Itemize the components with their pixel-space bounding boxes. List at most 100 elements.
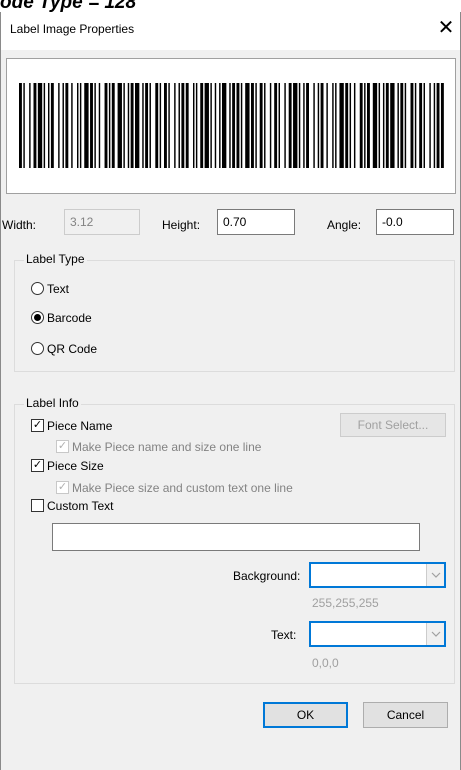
barcode-bar [145,83,149,168]
custom-text-input[interactable] [52,523,420,551]
barcode-bar [168,83,170,168]
radio-barcode[interactable] [31,311,44,324]
height-field[interactable]: 0.70 [217,209,295,235]
barcode-bar [19,83,22,168]
barcode-image [19,83,444,168]
radio-text-label[interactable]: Text [47,282,69,296]
barcode-bar [181,83,185,168]
barcode-bar [79,83,82,168]
piece-size-one-line-checkbox[interactable]: ✓ [56,481,69,494]
width-field: 3.12 [64,209,140,235]
barcode-bar [298,83,301,168]
barcode-bar [33,83,37,168]
barcode-bar [155,83,159,168]
barcode-bar [164,83,167,168]
barcode-bar [378,83,381,168]
barcode-bar [288,83,292,168]
barcode-bar [349,83,352,168]
barcode-bar [219,83,221,168]
text-color-select[interactable] [309,621,446,647]
barcode-bar [123,83,125,168]
chevron-down-icon[interactable] [426,564,444,586]
barcode-bar [142,83,144,168]
font-select-button[interactable]: Font Select... [340,413,446,437]
barcode-bar [84,83,89,168]
barcode-bar [98,83,101,168]
angle-field[interactable]: -0.0 [376,209,454,235]
piece-size-label[interactable]: Piece Size [47,459,104,473]
barcode-bar [367,83,370,168]
barcode-bar [269,83,272,168]
barcode-bar [278,83,280,168]
barcode-bar [108,83,111,168]
text-rgb-value: 0,0,0 [312,656,339,670]
close-icon[interactable]: ✕ [436,15,456,41]
piece-name-checkbox[interactable]: ✓ [31,419,44,432]
radio-qr-code[interactable] [31,342,44,355]
barcode-bar [48,83,50,168]
text-color-label: Text: [271,628,297,642]
chevron-down-icon[interactable] [426,623,444,645]
cancel-button[interactable]: Cancel [363,702,448,728]
barcode-bar [104,83,108,168]
barcode-bar [200,83,204,168]
barcode-bar [77,83,79,168]
barcode-bar [251,83,254,168]
barcode-bar [317,83,320,168]
width-label: Width: [2,218,37,232]
piece-size-one-line-label[interactable]: Make Piece size and custom text one line [72,481,293,495]
barcode-bar [382,83,385,168]
barcode-bar [372,83,378,168]
barcode-bar [43,83,46,168]
ok-button[interactable]: OK [263,702,348,728]
barcode-bar [335,83,337,168]
barcode-bar [326,83,328,168]
background-rgb-value: 255,255,255 [312,596,379,610]
piece-size-checkbox[interactable]: ✓ [31,459,44,472]
barcode-bar [229,83,231,168]
barcode-bar [117,83,122,168]
barcode-bar [414,83,417,168]
radio-text[interactable] [31,282,44,295]
barcode-bar [236,83,240,168]
barcode-bar [385,83,389,168]
barcode-bar [195,83,198,168]
barcode-bar [37,83,43,168]
barcode-bar [390,83,395,168]
barcode-bar [359,83,363,168]
barcode-bar [214,83,217,168]
barcode-bar [400,83,404,168]
background-color-select[interactable] [309,562,446,588]
barcode-bar [274,83,278,168]
custom-text-checkbox[interactable] [31,499,44,512]
barcode-bar [149,83,151,168]
barcode-bar [135,83,140,168]
barcode-bar [313,83,315,168]
barcode-bar [62,83,64,168]
barcode-bar [436,83,440,168]
barcode-bar [111,83,115,168]
custom-text-label[interactable]: Custom Text [47,499,113,513]
barcode-bar [240,83,243,168]
barcode-bar [23,83,25,168]
piece-name-one-line-label[interactable]: Make Piece name and size one line [72,440,261,454]
piece-name-label[interactable]: Piece Name [47,419,112,433]
barcode-bar [339,83,344,168]
barcode-bar [429,83,431,168]
piece-name-one-line-checkbox[interactable]: ✓ [56,440,69,453]
barcode-bar [404,83,407,168]
barcode-bar [306,83,309,168]
barcode-bar [90,83,93,168]
label-type-title: Label Type [24,252,87,266]
label-info-title: Label Info [24,396,81,410]
radio-qr-code-label[interactable]: QR Code [47,342,97,356]
background-label: Background: [233,569,301,583]
barcode-bar [353,83,356,168]
barcode-bar [303,83,305,168]
barcode-bar [345,83,349,168]
barcode-bar [130,83,134,168]
radio-barcode-label[interactable]: Barcode [47,311,92,325]
barcode-bar [255,83,257,168]
barcode-bar [293,83,298,168]
barcode-bar [204,83,209,168]
